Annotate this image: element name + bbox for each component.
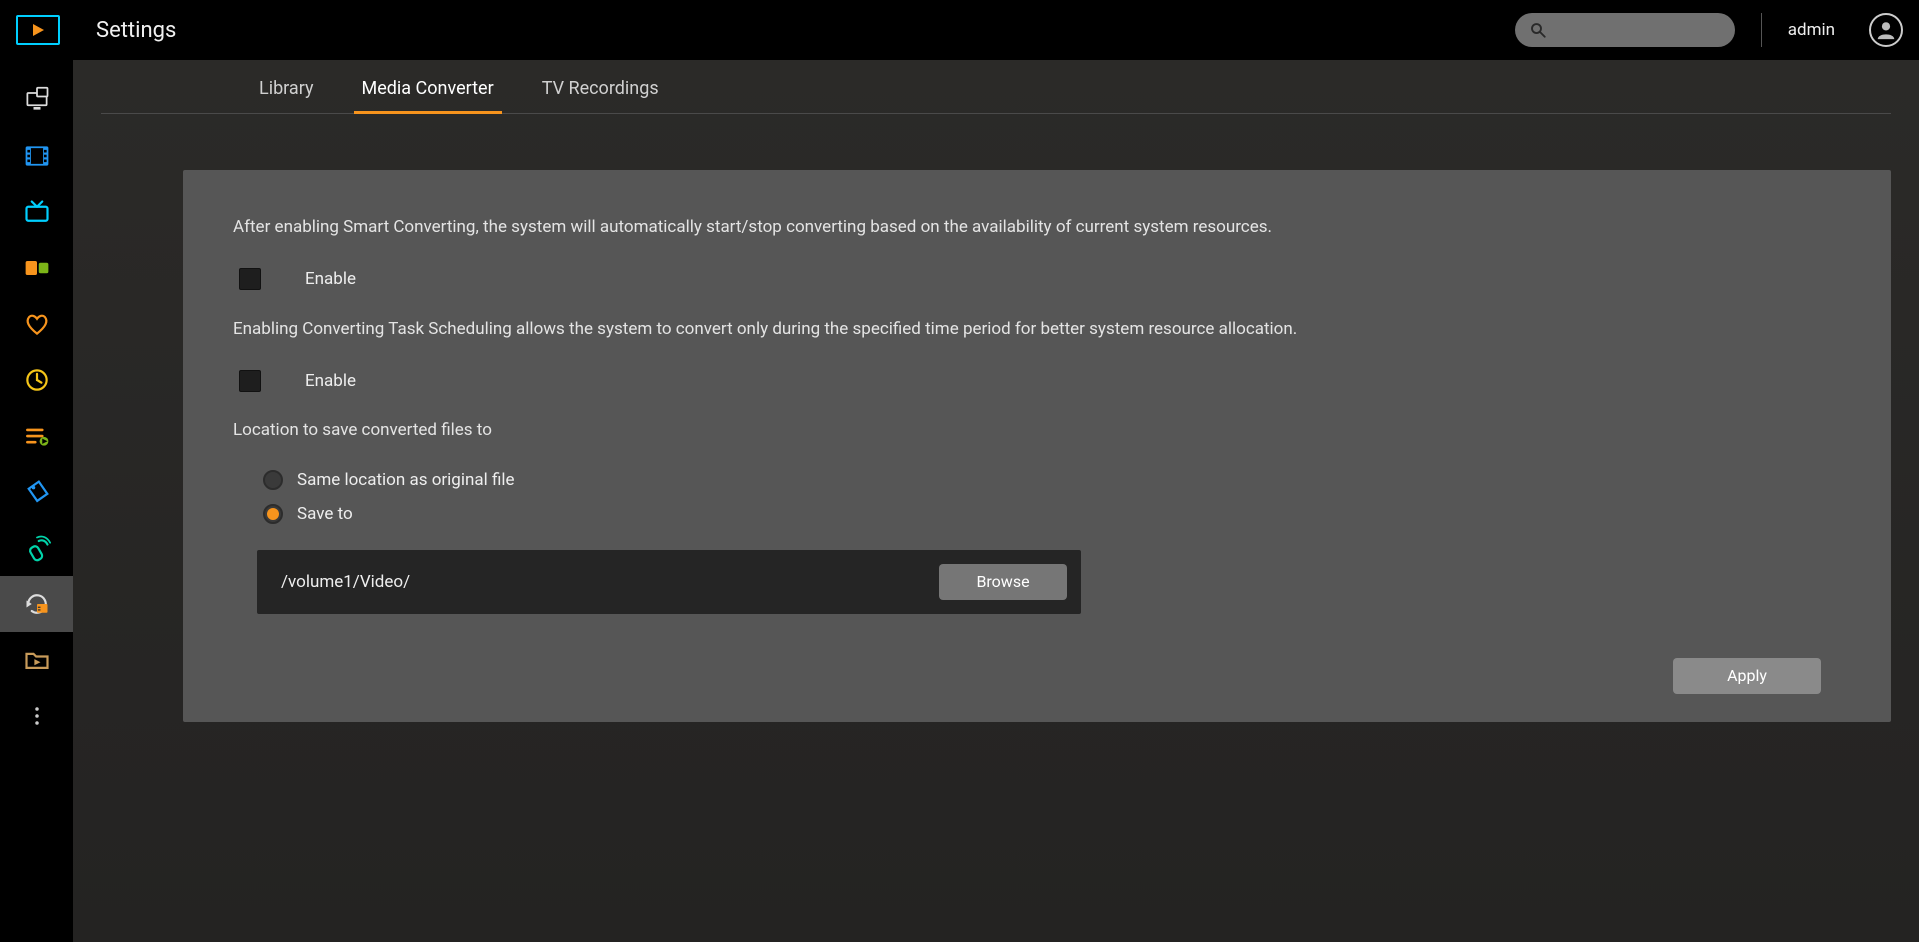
play-icon xyxy=(30,22,46,38)
heart-icon xyxy=(23,310,51,338)
sidebar-item-remote[interactable] xyxy=(0,520,73,576)
search-input[interactable] xyxy=(1515,13,1735,47)
camera-stream-icon xyxy=(23,254,51,282)
path-box: /volume1/Video/ Browse xyxy=(257,550,1081,614)
clock-icon xyxy=(23,366,51,394)
convert-icon xyxy=(23,590,51,618)
settings-panel: After enabling Smart Converting, the sys… xyxy=(183,170,1891,722)
tab-library[interactable]: Library xyxy=(259,78,314,113)
user-icon xyxy=(1875,19,1897,41)
remote-icon xyxy=(23,534,51,562)
tab-tv-recordings[interactable]: TV Recordings xyxy=(542,78,659,113)
avatar[interactable] xyxy=(1869,13,1903,47)
header: Settings admin xyxy=(0,0,1919,60)
search-icon xyxy=(1529,21,1547,39)
smart-converting-checkbox[interactable] xyxy=(239,268,261,290)
page-title: Settings xyxy=(96,18,176,43)
folder-play-icon xyxy=(23,646,51,674)
scheduling-label: Enable xyxy=(305,371,356,391)
path-value: /volume1/Video/ xyxy=(281,572,923,592)
smart-converting-description: After enabling Smart Converting, the sys… xyxy=(233,216,1841,240)
playlist-icon xyxy=(23,422,51,450)
radio-save-to[interactable] xyxy=(263,504,283,524)
sidebar-item-convert[interactable] xyxy=(0,576,73,632)
header-divider xyxy=(1761,13,1762,47)
tag-icon xyxy=(23,478,51,506)
monitor-icon xyxy=(23,86,51,114)
browse-button[interactable]: Browse xyxy=(939,564,1067,600)
sidebar-item-tv[interactable] xyxy=(0,184,73,240)
sidebar-item-more[interactable] xyxy=(0,688,73,744)
scheduling-description: Enabling Converting Task Scheduling allo… xyxy=(233,318,1841,342)
sidebar xyxy=(0,60,73,942)
app-logo[interactable] xyxy=(16,15,60,45)
sidebar-item-favourites[interactable] xyxy=(0,296,73,352)
more-vertical-icon xyxy=(23,702,51,730)
radio-save-to-label: Save to xyxy=(297,504,353,524)
sidebar-item-video[interactable] xyxy=(0,128,73,184)
sidebar-item-playlist[interactable] xyxy=(0,408,73,464)
sidebar-item-streaming[interactable] xyxy=(0,240,73,296)
radio-same-location[interactable] xyxy=(263,470,283,490)
main-content: Library Media Converter TV Recordings Af… xyxy=(73,60,1919,942)
sidebar-item-tag[interactable] xyxy=(0,464,73,520)
sidebar-item-folder[interactable] xyxy=(0,632,73,688)
user-name[interactable]: admin xyxy=(1788,20,1835,40)
smart-converting-label: Enable xyxy=(305,269,356,289)
tv-icon xyxy=(23,198,51,226)
tabs: Library Media Converter TV Recordings xyxy=(101,60,1891,114)
sidebar-item-devices[interactable] xyxy=(0,72,73,128)
film-icon xyxy=(23,142,51,170)
sidebar-item-watchlater[interactable] xyxy=(0,352,73,408)
scheduling-checkbox[interactable] xyxy=(239,370,261,392)
apply-button[interactable]: Apply xyxy=(1673,658,1821,694)
tab-media-converter[interactable]: Media Converter xyxy=(362,78,494,113)
location-label: Location to save converted files to xyxy=(233,420,1841,440)
radio-same-location-label: Same location as original file xyxy=(297,470,515,490)
